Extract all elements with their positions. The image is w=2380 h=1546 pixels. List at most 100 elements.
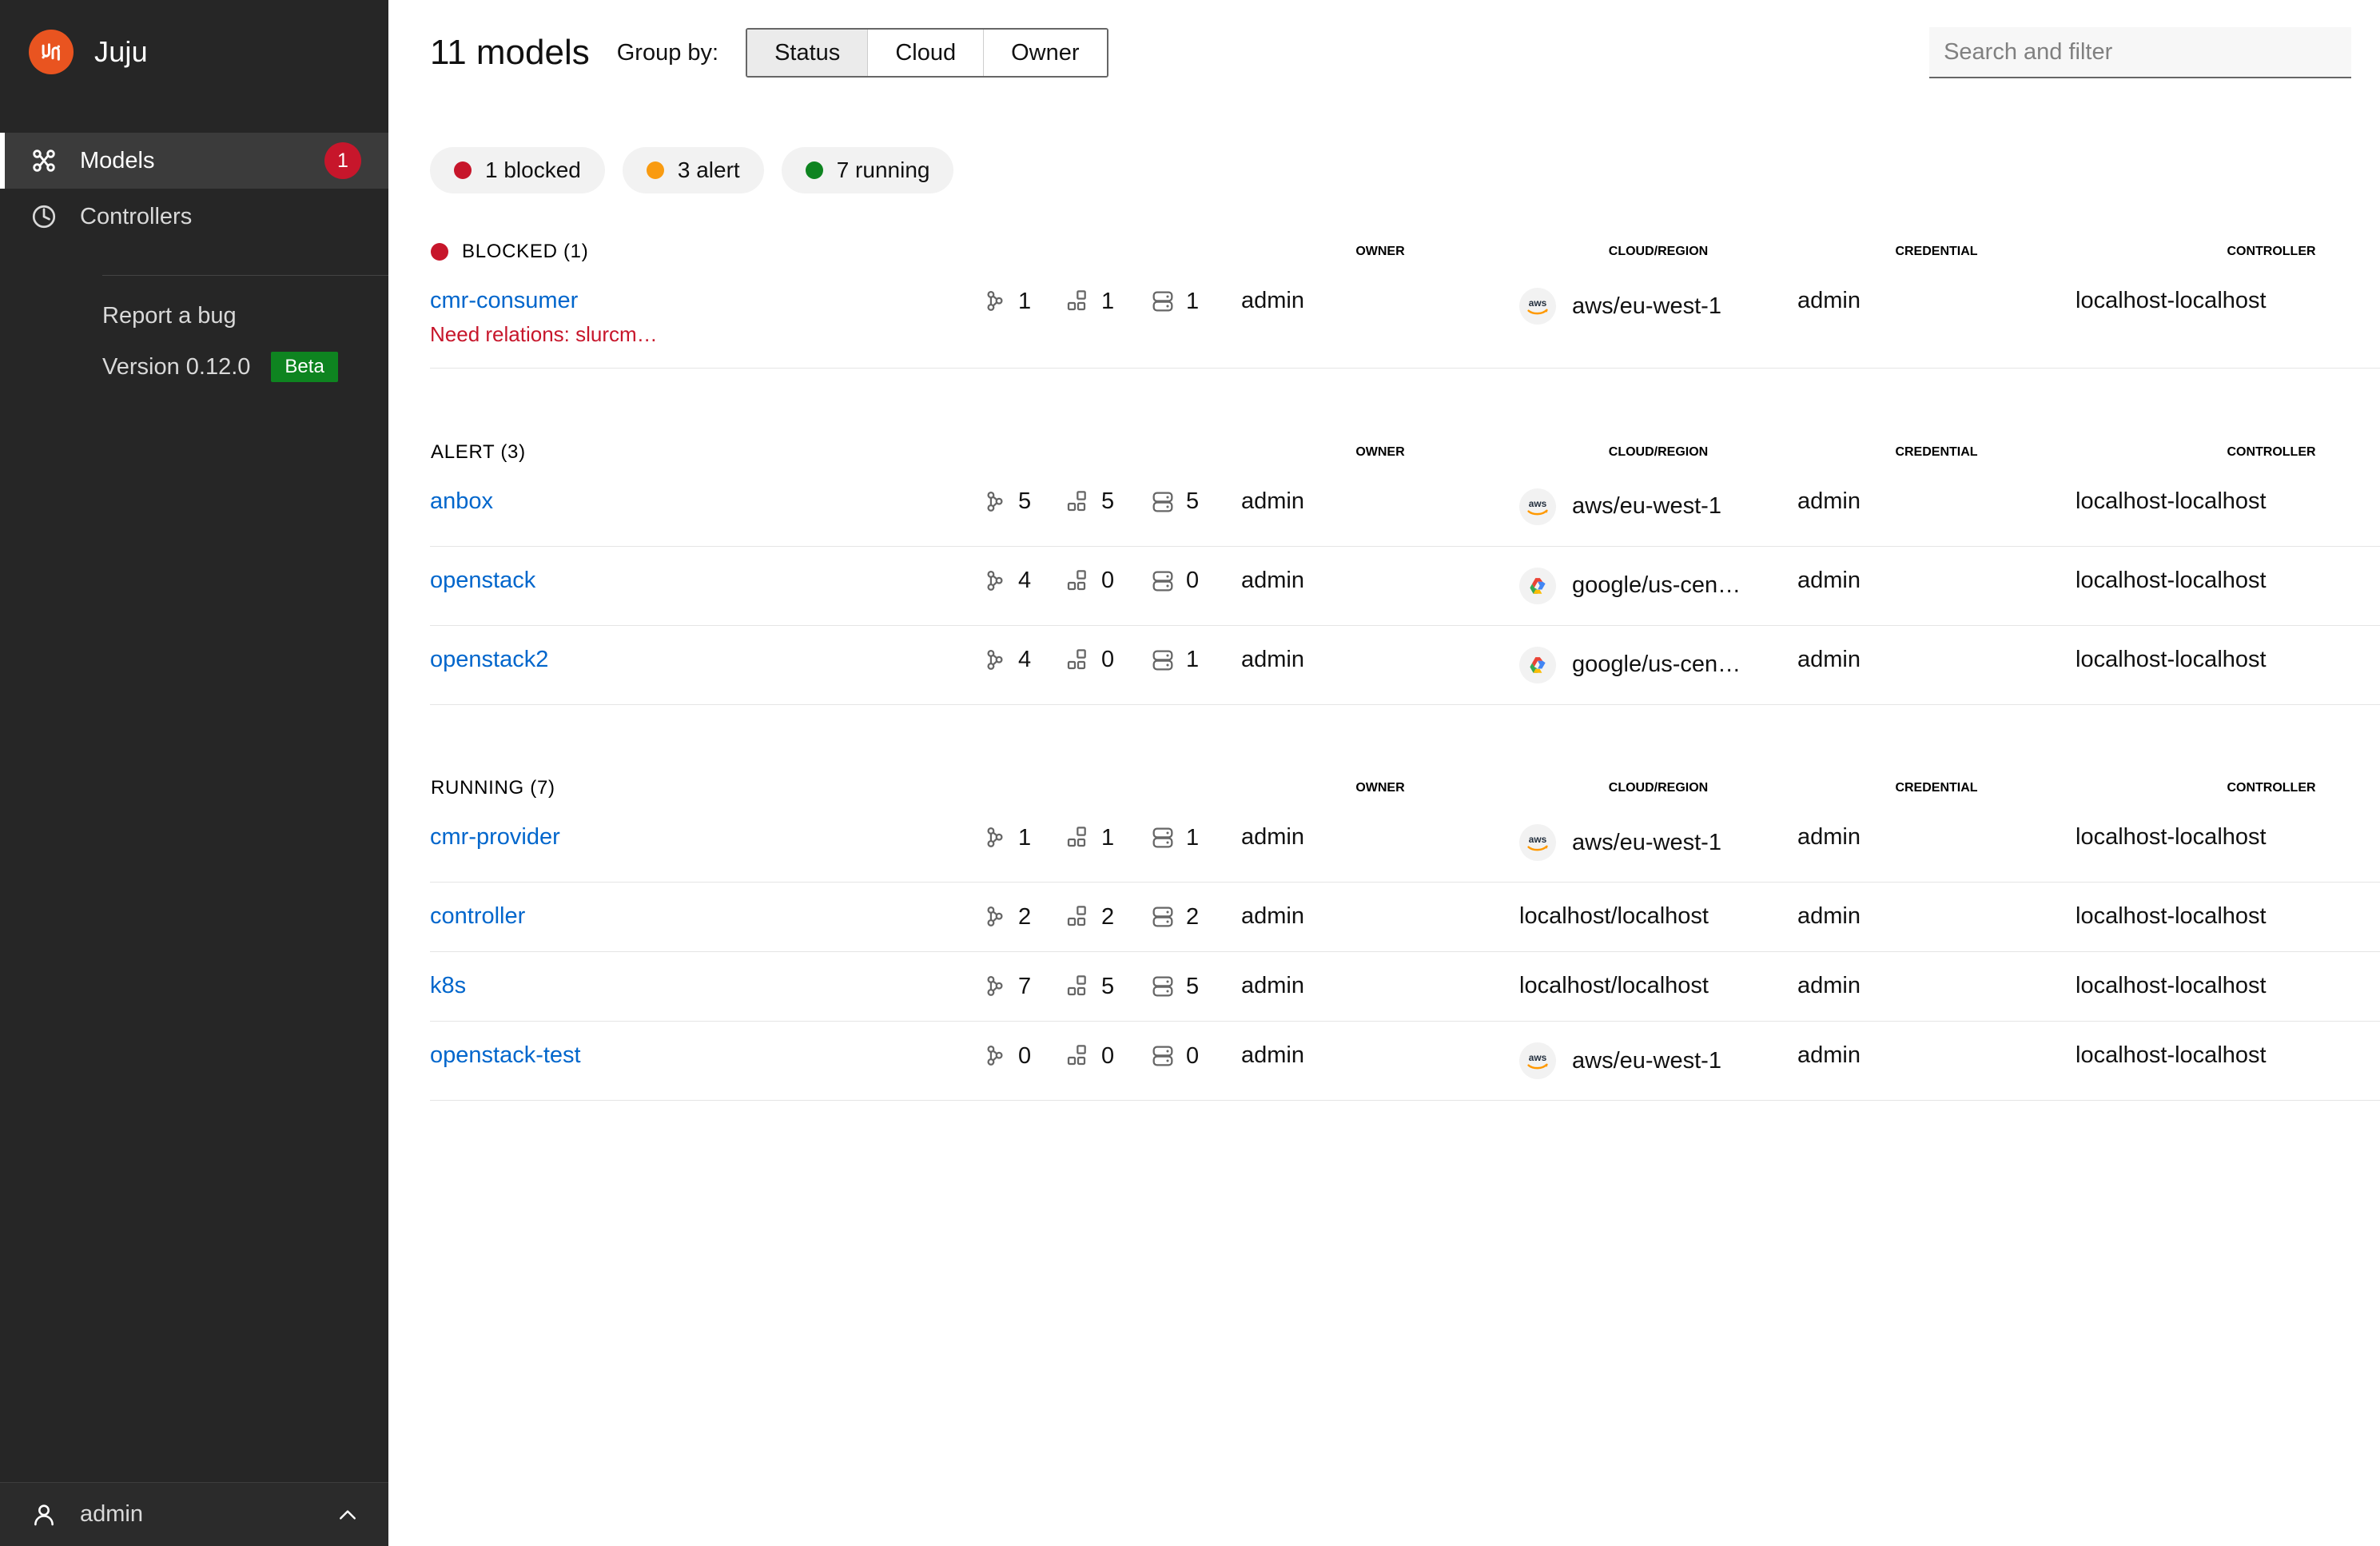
table-row[interactable]: openstack400admingoogle/us-cen…adminloca…: [430, 546, 2380, 625]
group-by-status-button[interactable]: Status: [747, 30, 868, 76]
table-row[interactable]: cmr-consumerNeed relations: slurcm…111ad…: [430, 267, 2380, 369]
credential-cell: admin: [1797, 883, 2076, 952]
aws-logo-icon: aws: [1519, 488, 1556, 525]
applications-icon: [981, 1042, 1009, 1070]
column-header-machines: [1149, 237, 1241, 267]
model-name-cell: cmr-provider: [430, 803, 981, 883]
table-row[interactable]: k8s755adminlocalhost/localhostadminlocal…: [430, 952, 2380, 1022]
cloud-region-label: aws/eu-west-1: [1572, 493, 1721, 520]
model-name-link[interactable]: k8s: [430, 973, 466, 999]
machines-count: 5: [1186, 974, 1199, 1000]
credential-cell: admin: [1797, 546, 2076, 625]
column-header-machines: [1149, 773, 1241, 803]
model-name-link[interactable]: cmr-consumer: [430, 288, 578, 314]
units-count-cell: 2: [1065, 883, 1149, 952]
table-row[interactable]: openstack2401admingoogle/us-cen…adminloc…: [430, 625, 2380, 704]
applications-count-cell: 4: [981, 625, 1065, 704]
units-count-cell: 0: [1065, 625, 1149, 704]
status-chip-alert[interactable]: 3 alert: [623, 147, 764, 193]
units-count: 1: [1101, 289, 1114, 315]
column-header-credential: CREDENTIAL: [1797, 773, 2076, 803]
table-row[interactable]: openstack-test000adminawsaws/eu-west-1ad…: [430, 1022, 2380, 1101]
status-chip-alert-label: 3 alert: [678, 157, 740, 183]
sidebar-item-models[interactable]: Models 1: [0, 133, 388, 189]
model-name-link[interactable]: controller: [430, 903, 525, 930]
units-icon: [1065, 973, 1092, 1000]
status-chip-blocked-label: 1 blocked: [485, 157, 581, 183]
applications-count-cell: 2: [981, 883, 1065, 952]
cloud-region-cell: localhost/localhost: [1519, 952, 1797, 1022]
status-chip-blocked[interactable]: 1 blocked: [430, 147, 605, 193]
column-header-units: [1065, 237, 1149, 267]
credential-cell: admin: [1797, 952, 2076, 1022]
model-name-link[interactable]: cmr-provider: [430, 824, 560, 851]
svg-text:aws: aws: [1529, 1052, 1547, 1063]
column-header-applications: [981, 773, 1065, 803]
chevron-up-icon[interactable]: [334, 1501, 361, 1528]
sidebar-item-controllers[interactable]: Controllers: [0, 189, 388, 245]
owner-cell: admin: [1241, 267, 1519, 369]
units-icon: [1065, 903, 1092, 930]
units-icon: [1065, 1042, 1092, 1070]
units-icon: [1065, 568, 1092, 595]
user-menu-button[interactable]: admin: [0, 1482, 388, 1546]
units-icon: [1065, 647, 1092, 674]
report-a-bug-link[interactable]: Report a bug: [102, 303, 388, 329]
machines-count: 1: [1186, 289, 1199, 315]
column-header-controller: CONTROLLER: [2076, 237, 2380, 267]
applications-count: 7: [1018, 974, 1031, 1000]
column-header-owner: OWNER: [1241, 773, 1519, 803]
sidebar-spacer: [0, 382, 388, 1482]
table-row[interactable]: cmr-provider111adminawsaws/eu-west-1admi…: [430, 803, 2380, 883]
model-name-link[interactable]: openstack2: [430, 647, 548, 673]
units-count: 0: [1101, 568, 1114, 594]
table-row[interactable]: controller222adminlocalhost/localhostadm…: [430, 883, 2380, 952]
group-title-label: BLOCKED (1): [462, 241, 588, 263]
page-title: 11 models: [430, 33, 590, 73]
models-topology-icon: [29, 145, 59, 176]
units-count-cell: 0: [1065, 1022, 1149, 1101]
model-name-link[interactable]: openstack-test: [430, 1042, 581, 1069]
search-input[interactable]: [1929, 27, 2351, 78]
google-cloud-logo-icon: [1519, 647, 1556, 683]
applications-icon: [981, 903, 1009, 930]
group-by-owner-button[interactable]: Owner: [984, 30, 1106, 76]
applications-count-cell: 0: [981, 1022, 1065, 1101]
applications-icon: [981, 647, 1009, 674]
cloud-region-label: google/us-cen…: [1572, 572, 1741, 599]
applications-icon: [981, 568, 1009, 595]
sidebar-item-controllers-label: Controllers: [80, 204, 361, 230]
table-row[interactable]: anbox555adminawsaws/eu-west-1adminlocalh…: [430, 468, 2380, 547]
model-name-link[interactable]: anbox: [430, 488, 493, 515]
group-by-cloud-button[interactable]: Cloud: [868, 30, 984, 76]
group-header-row: BLOCKED (1)OWNERCLOUD/REGIONCREDENTIALCO…: [430, 237, 2380, 267]
owner-cell: admin: [1241, 546, 1519, 625]
cloud-region-cell: google/us-cen…: [1519, 546, 1797, 625]
owner-cell: admin: [1241, 1022, 1519, 1101]
cloud-region-label: localhost/localhost: [1519, 903, 1709, 930]
machines-count-cell: 1: [1149, 267, 1241, 369]
brand[interactable]: Juju: [0, 0, 388, 104]
column-header-cloud-region: CLOUD/REGION: [1519, 237, 1797, 267]
group-by-label: Group by:: [617, 40, 718, 66]
credential-cell: admin: [1797, 803, 2076, 883]
sidebar-nav: Models 1 Controllers: [0, 133, 388, 245]
group-title-cell: RUNNING (7): [430, 773, 981, 803]
alert-status-dot: [647, 161, 664, 179]
units-count-cell: 0: [1065, 546, 1149, 625]
cloud-region-cell: awsaws/eu-west-1: [1519, 267, 1797, 369]
status-chip-running[interactable]: 7 running: [782, 147, 954, 193]
controller-cell: localhost-localhost: [2076, 625, 2380, 704]
applications-count: 2: [1018, 904, 1031, 930]
juju-logo-icon: [29, 30, 74, 74]
model-name-link[interactable]: openstack: [430, 568, 535, 594]
model-name-cell: openstack: [430, 546, 981, 625]
running-status-dot: [806, 161, 823, 179]
models-table: BLOCKED (1) OWNER CLOUD/REGION CREDENTIAL CO…: [430, 237, 2380, 1101]
model-name-cell: openstack2: [430, 625, 981, 704]
applications-count-cell: 1: [981, 267, 1065, 369]
machines-count: 0: [1186, 1043, 1199, 1070]
column-header-controller: CONTROLLER: [2076, 437, 2380, 468]
machines-icon: [1149, 488, 1176, 516]
credential-cell: admin: [1797, 468, 2076, 547]
